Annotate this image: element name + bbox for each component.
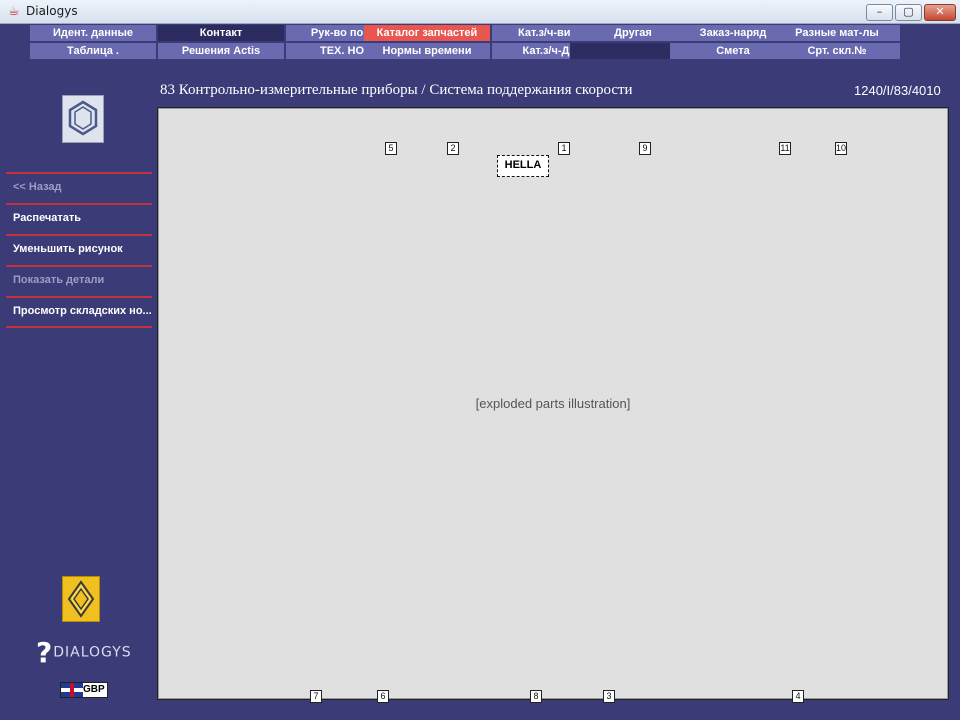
app-window: ☕ Dialogys – ▢ ✕ Идент. данные Контакт Р…: [0, 0, 960, 720]
main-content: Идент. данные Контакт Рук-во по рем Ката…: [6, 24, 954, 720]
uk-flag-icon: [61, 683, 83, 697]
page-reference: 1240/I/83/4010: [854, 83, 941, 98]
renault-logo-icon: [62, 576, 100, 622]
callout-6[interactable]: 6: [377, 690, 389, 703]
sidebar-item-print[interactable]: Распечатать: [6, 203, 152, 233]
callout-1[interactable]: 1: [558, 142, 570, 155]
callout-7[interactable]: 7: [310, 690, 322, 703]
title-bar: ☕ Dialogys – ▢ ✕: [0, 0, 960, 24]
nav-time-norms[interactable]: Нормы времени: [364, 43, 490, 59]
nav-table[interactable]: Таблица .: [30, 43, 156, 59]
callout-5[interactable]: 5: [385, 142, 397, 155]
currency-label: GBP: [83, 684, 105, 695]
callout-4[interactable]: 4: [792, 690, 804, 703]
nav-contact[interactable]: Контакт: [158, 25, 284, 41]
callout-9[interactable]: 9: [639, 142, 651, 155]
hella-tag: HELLA: [497, 155, 549, 177]
brand-text: DIALOGYS: [53, 644, 132, 661]
java-cup-icon: ☕: [8, 4, 20, 19]
callout-3[interactable]: 3: [603, 690, 615, 703]
sidebar-item-zoom-out[interactable]: Уменьшить рисунок: [6, 234, 152, 264]
nav-misc-materials[interactable]: Разные мат-лы: [774, 25, 900, 41]
nav-ident-data[interactable]: Идент. данные: [30, 25, 156, 41]
callout-2[interactable]: 2: [447, 142, 459, 155]
minimize-button[interactable]: –: [866, 4, 893, 21]
callout-11[interactable]: 11: [779, 142, 791, 155]
sidebar-item-show-details[interactable]: Показать детали: [6, 265, 152, 295]
help-question-icon: ?: [36, 636, 54, 669]
sidebar-divider: [6, 326, 152, 328]
window-title: Dialogys: [26, 4, 78, 18]
maximize-button[interactable]: ▢: [895, 4, 922, 21]
callout-10[interactable]: 10: [835, 142, 847, 155]
page-title: 83 Контрольно-измерительные приборы / Си…: [160, 82, 633, 98]
close-button[interactable]: ✕: [924, 4, 956, 21]
sidebar-item-back[interactable]: << Назад: [6, 172, 152, 202]
nav-actis-solutions[interactable]: Решения Actis: [158, 43, 284, 59]
callout-8[interactable]: 8: [530, 690, 542, 703]
nut-logo-icon: [62, 95, 104, 143]
parts-diagram: [exploded parts illustration] HELLA 5 2 …: [157, 107, 949, 703]
sidebar-item-stock-view[interactable]: Просмотр складских но...: [6, 296, 152, 326]
nav-stock-number[interactable]: Срт. скл.№: [774, 43, 900, 59]
dialogys-brand: ?DIALOGYS: [36, 636, 132, 669]
currency-button[interactable]: GBP: [60, 682, 108, 698]
nav-parts-catalog[interactable]: Каталог запчастей: [364, 25, 490, 41]
exploded-parts-illustration: [exploded parts illustration]: [158, 108, 948, 699]
